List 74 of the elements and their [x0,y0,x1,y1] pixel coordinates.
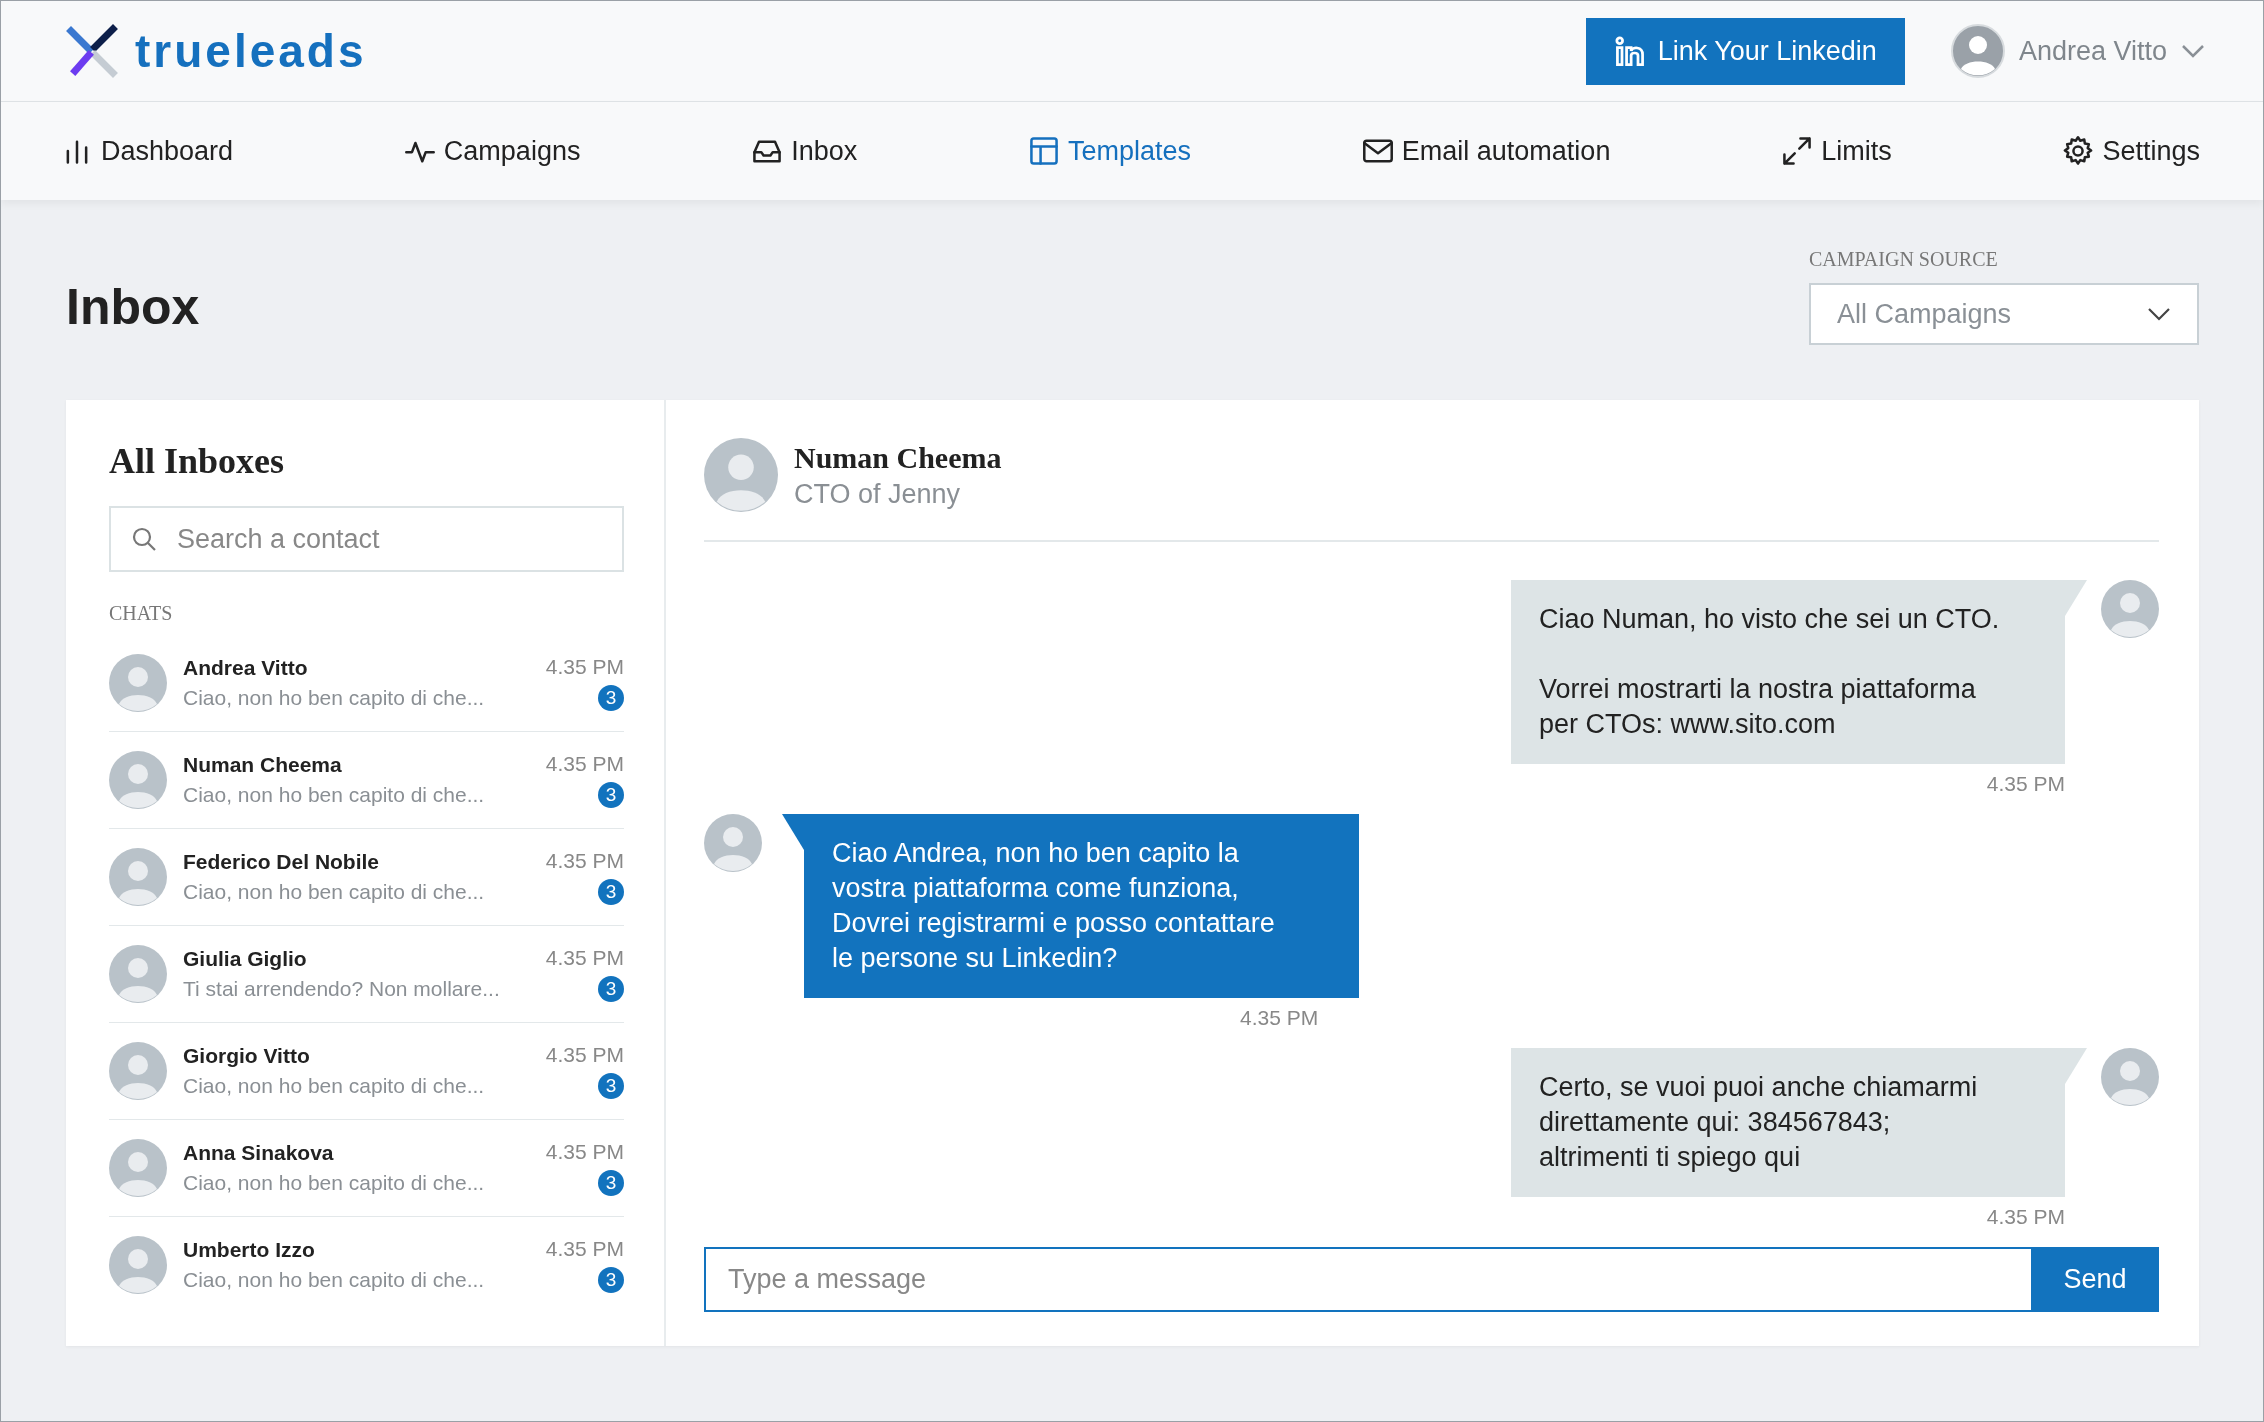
contact-name: Numan Cheema [794,440,1002,475]
unread-badge: 3 [598,685,624,711]
chat-list-item[interactable]: Numan Cheema Ciao, non ho ben capito di che... 4.35 PM 3 [109,732,624,829]
contact-name: Anna Sinakova [183,1141,335,1165]
avatar-photo [109,848,167,906]
panel-title: All Inboxes [109,440,286,482]
message-preview: Ciao, non ho ben capito di che... [183,1171,486,1195]
unread-badge: 3 [598,782,624,808]
chat-list-item[interactable]: Andrea Vitto Ciao, non ho ben capito di che... 4.35 PM 3 [109,635,624,732]
unread-badge: 3 [598,1267,624,1293]
unread-badge: 3 [598,976,624,1002]
chat-time: 4.35 PM [545,655,624,679]
chat-time: 4.35 PM [545,1237,624,1261]
message-input[interactable]: Type a message [704,1247,2031,1312]
contact-name: Federico Del Nobile [183,850,381,874]
message-preview: Ti stai arrendendo? Non mollare... [183,977,501,1001]
unread-badge: 3 [598,1073,624,1099]
avatar-photo [2101,580,2159,638]
chat-time: 4.35 PM [545,849,624,873]
chevron-down-icon [2181,44,2205,58]
nav-tab[interactable]: Dashboard [61,135,234,167]
page-title: Inbox [66,278,200,336]
avatar-photo [109,1236,167,1294]
message-preview: Ciao, non ho ben capito di che... [183,686,486,710]
user-menu[interactable]: Andrea Vitto [1950,24,2205,78]
message-preview: Ciao, non ho ben capito di che... [183,783,486,807]
message-preview: Ciao, non ho ben capito di che... [183,1268,486,1292]
unread-badge: 3 [598,879,624,905]
contact-name: Giulia Giglio [183,947,308,971]
contact-name: Umberto Izzo [183,1238,316,1262]
contact-name: Andrea Vitto [183,656,309,680]
chevron-down-icon [2147,307,2171,321]
chat-time: 4.35 PM [545,946,624,970]
chat-list-item[interactable]: Anna Sinakova Ciao, non ho ben capito di che... 4.35 PM 3 [109,1120,624,1217]
expand-icon [1781,135,1814,167]
avatar-photo [109,654,167,712]
message-preview: Ciao, non ho ben capito di che... [183,880,486,904]
settings-icon [2062,135,2095,167]
avatar-photo [109,1139,167,1197]
link-linkedin-button[interactable]: Link Your Linkedin [1585,17,1905,85]
chat-list-item[interactable]: Federico Del Nobile Ciao, non ho ben capito di che... 4.35 PM 3 [109,829,624,926]
chat-time: 4.35 PM [545,752,624,776]
chat-list-item[interactable]: Umberto Izzo Ciao, non ho ben capito di che... 4.35 PM 3 [109,1217,624,1313]
message-time: 4.35 PM [1240,1006,1319,1030]
field-label: CAMPAIGN SOURCE [1809,248,1999,271]
message-preview: Ciao, non ho ben capito di che... [183,1074,486,1098]
avatar-photo [109,751,167,809]
unread-badge: 3 [598,1170,624,1196]
layout-icon [1028,135,1060,167]
nav-tab[interactable]: Campaigns [403,135,581,167]
send-button[interactable]: Send [2031,1247,2159,1312]
user-avatar-icon [1950,24,2005,78]
nav-tab[interactable]: Limits [1781,135,1892,167]
section-label: CHATS [109,602,174,625]
nav-tab[interactable]: Settings [2062,135,2200,167]
message-time: 4.35 PM [1986,1205,2065,1229]
avatar-photo [109,1042,167,1100]
chat-time: 4.35 PM [545,1140,624,1164]
logo-wordmark[interactable]: trueleads [135,24,367,78]
linkedin-icon [1613,35,1646,67]
nav-tab[interactable]: Email automation [1361,135,1611,167]
contact-name: Giorgio Vitto [183,1044,311,1068]
nav-tab[interactable]: Templates [1028,135,1192,167]
contact-name: Numan Cheema [183,753,343,777]
search-field[interactable]: Search a contact [109,506,624,572]
nav-tab[interactable]: Inbox [751,135,858,167]
chat-time: 4.35 PM [545,1043,624,1067]
avatar-photo [109,945,167,1003]
chat-list-item[interactable]: Giorgio Vitto Ciao, non ho ben capito di che... 4.35 PM 3 [109,1023,624,1120]
chat-list-item[interactable]: Giulia Giglio Ti stai arrendendo? Non mollare... 4.35 PM 3 [109,926,624,1023]
avatar-photo [2101,1048,2159,1106]
message-time: 4.35 PM [1986,772,2065,796]
contact-role: CTO of Jenny [794,478,962,510]
avatar-photo [704,814,762,872]
